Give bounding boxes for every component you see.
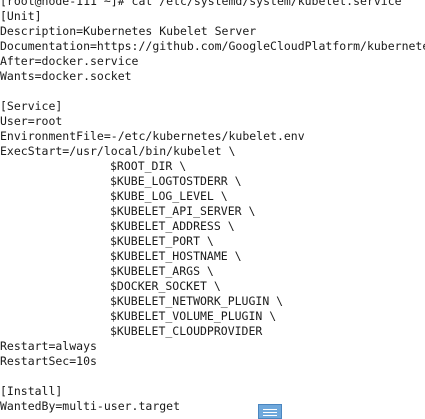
terminal-line: $ROOT_DIR \ [110, 159, 187, 173]
terminal-line: [Service] [0, 99, 63, 113]
terminal-line: EnvironmentFile=-/etc/kubernetes/kubelet… [0, 129, 305, 143]
terminal-line: $KUBELET_VOLUME_PLUGIN \ [110, 309, 277, 323]
window-icon-line [263, 415, 277, 416]
terminal-line: $KUBELET_ARGS \ [110, 264, 214, 278]
terminal-line: [Install] [0, 384, 63, 398]
terminal-line: $KUBELET_ADDRESS \ [110, 219, 235, 233]
terminal-line: [Unit] [0, 9, 42, 23]
terminal-line: $KUBE_LOGTOSTDERR \ [110, 174, 242, 188]
terminal-output: [root@node-111 ~]# cat /etc/systemd/syst… [0, 0, 425, 414]
terminal-window[interactable]: [root@node-111 ~]# cat /etc/systemd/syst… [0, 0, 425, 419]
terminal-line: $KUBELET_NETWORK_PLUGIN \ [110, 294, 284, 308]
terminal-line: RestartSec=10s [0, 354, 97, 368]
terminal-line: Restart=always [0, 339, 97, 353]
terminal-line: User=root [0, 114, 63, 128]
terminal-line: $KUBE_LOG_LEVEL \ [110, 189, 228, 203]
terminal-line: $KUBELET_CLOUDPROVIDER [110, 324, 263, 338]
terminal-line: WantedBy=multi-user.target [0, 399, 181, 413]
terminal-line: Documentation=https://github.com/GoogleC… [0, 39, 425, 53]
terminal-line: After=docker.service [0, 54, 139, 68]
terminal-line: ExecStart=/usr/local/bin/kubelet \ [0, 144, 236, 158]
terminal-line: $KUBELET_HOSTNAME \ [110, 249, 242, 263]
window-icon-line [263, 409, 277, 410]
window-icon-line [263, 412, 277, 413]
window-icon[interactable] [258, 404, 282, 419]
terminal-line: Description=Kubernetes Kubelet Server [0, 24, 257, 38]
terminal-line: $KUBELET_API_SERVER \ [110, 204, 256, 218]
terminal-line: $DOCKER_SOCKET \ [110, 279, 221, 293]
terminal-line: [root@node-111 ~]# cat /etc/systemd/syst… [0, 0, 402, 8]
terminal-line: $KUBELET_PORT \ [110, 234, 214, 248]
terminal-line: Wants=docker.socket [0, 69, 132, 83]
